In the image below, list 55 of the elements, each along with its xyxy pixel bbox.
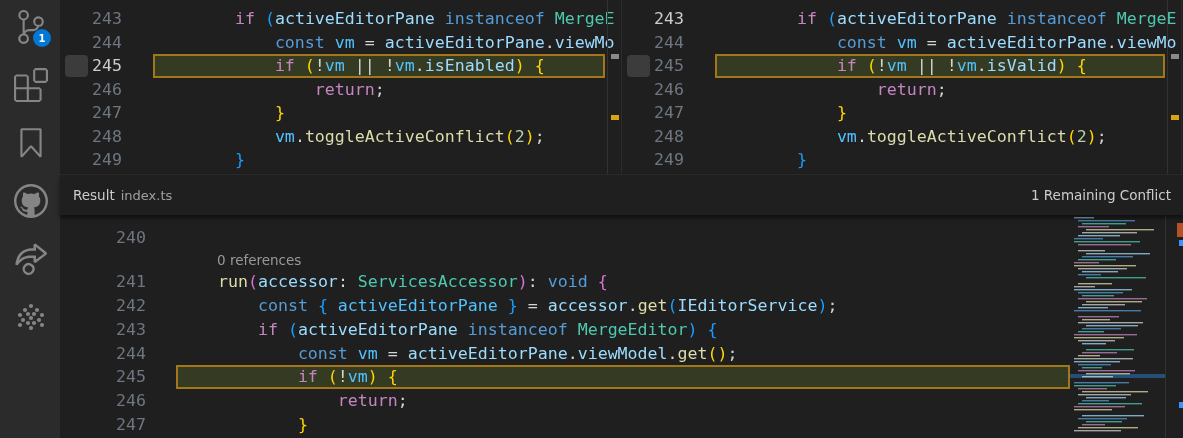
code-line: if (!vm || !vm.isValid) { xyxy=(835,56,1087,76)
code-line: return; xyxy=(336,391,408,411)
code-line: } xyxy=(835,103,847,123)
line-number: 245 xyxy=(91,56,122,76)
pane-title: Result xyxy=(73,187,115,203)
line-number: 246 xyxy=(91,79,122,99)
code-line: if (activeEditorPane instanceof MergeEditor) { xyxy=(256,319,718,339)
line-number: 247 xyxy=(91,103,122,123)
code-line: } xyxy=(273,103,285,123)
live-share-icon xyxy=(14,242,48,276)
file-name: index.ts xyxy=(120,188,173,203)
code-line: run(accessor: ServicesAccessor): void { xyxy=(216,272,608,292)
line-number: 244 xyxy=(653,32,684,52)
code-line: vm.toggleActiveConflict(2); xyxy=(273,126,545,146)
line-number: 247 xyxy=(653,103,684,123)
code-line: if (!vm || !vm.isEnabled) { xyxy=(273,56,545,76)
line-number: 244 xyxy=(91,32,122,52)
scrollbar[interactable] xyxy=(1165,215,1183,438)
code-line: } xyxy=(233,150,245,170)
conflict-checkbox[interactable] xyxy=(627,54,650,77)
line-number: 244 xyxy=(115,343,146,363)
code-line: if (!vm) { xyxy=(296,367,398,387)
code-line: const vm = activeEditorPane.viewModel.get(); xyxy=(296,343,738,363)
line-number: 249 xyxy=(91,150,122,170)
code-line: if (activeEditorPane instanceof MergeE xyxy=(795,9,1177,29)
line-number: 248 xyxy=(653,126,684,146)
line-number: 247 xyxy=(115,414,146,434)
code-line: } xyxy=(795,150,807,170)
line-number: 249 xyxy=(653,150,684,170)
line-number: 241 xyxy=(115,272,146,292)
code-line: return; xyxy=(875,79,947,99)
network-icon xyxy=(15,303,47,331)
line-number: 242 xyxy=(115,296,146,315)
conflict-count[interactable]: 1 Remaining Conflict xyxy=(1030,187,1171,203)
line-number: 243 xyxy=(115,319,146,339)
code-line: return; xyxy=(313,79,385,99)
line-number: 246 xyxy=(115,391,146,411)
code-line: const vm = activeEditorPane.viewMo xyxy=(835,32,1177,52)
code-line: } xyxy=(296,414,308,434)
extensions-icon xyxy=(14,68,48,102)
line-number: 243 xyxy=(653,9,684,29)
line-number: 248 xyxy=(91,126,122,146)
count-badge: 1 xyxy=(33,29,51,47)
code-line: vm.toggleActiveConflict(2); xyxy=(835,126,1107,146)
line-number: 243 xyxy=(91,9,122,29)
line-number: 246 xyxy=(653,79,684,99)
activity-bar-item[interactable]: 1 xyxy=(0,8,60,46)
references-link[interactable]: 0 references xyxy=(217,251,302,268)
conflict-checkbox[interactable] xyxy=(65,54,88,77)
line-number: 240 xyxy=(115,228,146,248)
line-number: 245 xyxy=(115,367,146,387)
github-icon xyxy=(14,184,48,218)
line-number: 245 xyxy=(653,56,684,76)
code-line: const vm = activeEditorPane.viewMo xyxy=(273,32,615,52)
code-line: const { activeEditorPane } = accessor.get(IEditorService); xyxy=(256,296,838,315)
